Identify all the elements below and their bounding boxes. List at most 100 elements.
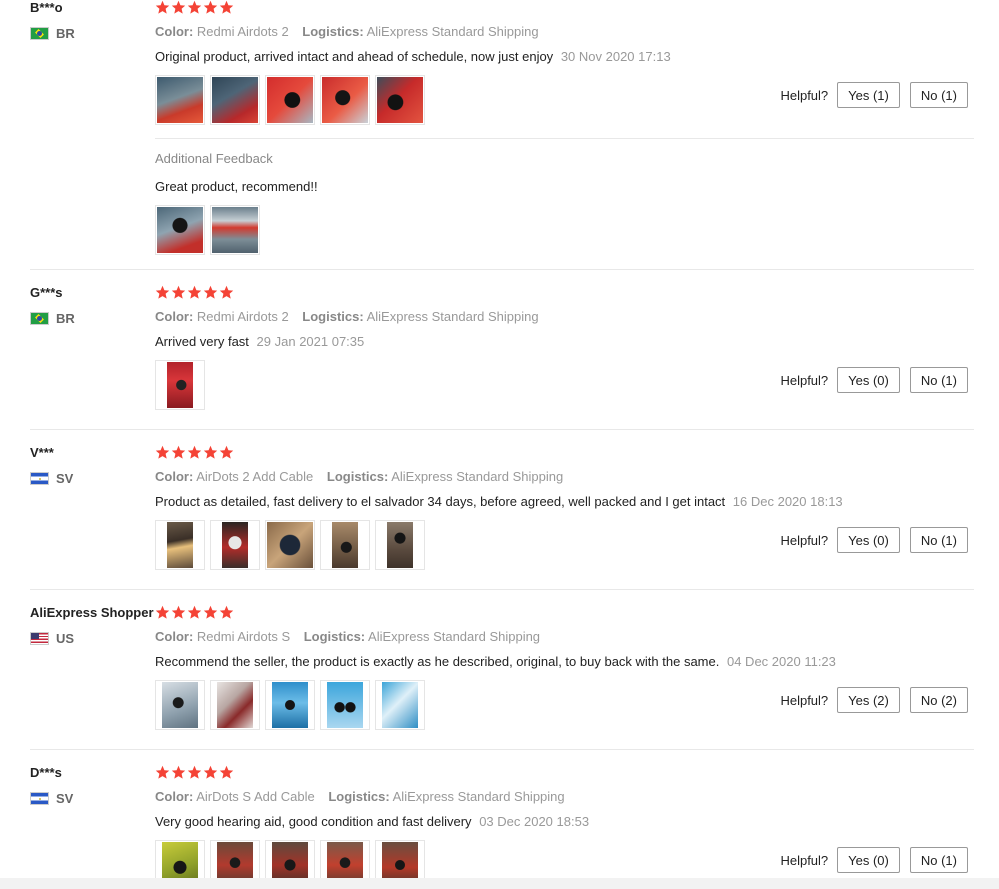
- review-photo[interactable]: [210, 520, 260, 570]
- review-photo[interactable]: [375, 75, 425, 125]
- helpful-yes-button[interactable]: Yes (0): [837, 367, 900, 393]
- star-icon: [155, 605, 170, 620]
- review-photo[interactable]: [320, 520, 370, 570]
- review-separator: [30, 269, 974, 270]
- helpful-no-button[interactable]: No (1): [909, 82, 968, 108]
- review-photo[interactable]: [155, 360, 205, 410]
- reviewer-name: B***o: [30, 0, 63, 15]
- star-icon: [155, 445, 170, 460]
- helpful-vote: Helpful? Yes (0) No (1): [780, 527, 968, 553]
- helpful-yes-button[interactable]: Yes (1): [837, 82, 900, 108]
- review-photos: [155, 680, 425, 730]
- review-photo[interactable]: [210, 680, 260, 730]
- country-code: US: [56, 630, 75, 646]
- review-photo[interactable]: [265, 840, 315, 878]
- star-icon: [171, 765, 186, 780]
- color-value: AirDots S Add Cable: [196, 789, 315, 804]
- star-icon: [171, 605, 186, 620]
- review-photo[interactable]: [210, 205, 260, 255]
- country-code: BR: [56, 310, 75, 326]
- helpful-label: Helpful?: [780, 692, 829, 708]
- helpful-vote: Helpful? Yes (2) No (2): [780, 687, 968, 713]
- el-salvador-flag-icon: [30, 791, 49, 805]
- logistics-key: Logistics:: [303, 629, 366, 644]
- helpful-yes-button[interactable]: Yes (2): [837, 687, 900, 713]
- review-photo[interactable]: [155, 520, 205, 570]
- star-icon: [187, 445, 202, 460]
- sku-info: Color: AirDots 2 Add Cable Logistics: Al…: [155, 469, 573, 484]
- review-photo[interactable]: [375, 840, 425, 878]
- color-value: Redmi Airdots S: [196, 629, 291, 644]
- star-rating: [155, 0, 234, 16]
- country-code: BR: [56, 25, 75, 41]
- logistics-key: Logistics:: [328, 789, 390, 804]
- reviewer-name: G***s: [30, 285, 63, 300]
- logistics-value: AliExpress Standard Shipping: [392, 789, 565, 804]
- star-icon: [203, 765, 218, 780]
- star-icon: [203, 285, 218, 300]
- review-photo[interactable]: [320, 75, 370, 125]
- star-icon: [203, 445, 218, 460]
- sku-info: Color: Redmi Airdots S Logistics: AliExp…: [155, 629, 550, 644]
- star-rating: [155, 285, 234, 301]
- star-icon: [187, 0, 202, 15]
- reviewer-country: BR: [30, 25, 75, 41]
- review-photo[interactable]: [155, 205, 205, 255]
- country-code: SV: [56, 470, 74, 486]
- reviewer-country: SV: [30, 470, 74, 486]
- star-icon: [187, 285, 202, 300]
- review-photo[interactable]: [155, 75, 205, 125]
- review-photo[interactable]: [320, 840, 370, 878]
- star-icon: [219, 0, 234, 15]
- helpful-vote: Helpful? Yes (0) No (1): [780, 847, 968, 873]
- helpful-no-button[interactable]: No (1): [909, 527, 968, 553]
- color-key: Color:: [155, 469, 194, 484]
- color-value: Redmi Airdots 2: [196, 24, 289, 39]
- review-text: Very good hearing aid, good condition an…: [155, 814, 472, 829]
- helpful-label: Helpful?: [780, 532, 829, 548]
- review-photo[interactable]: [210, 840, 260, 878]
- reviewer-name: AliExpress Shopper: [30, 605, 154, 620]
- star-icon: [155, 0, 170, 15]
- review-date: 04 Dec 2020 11:23: [726, 654, 836, 669]
- reviewer-name: V***: [30, 445, 54, 460]
- review-photo[interactable]: [155, 680, 205, 730]
- reviewer-name: D***s: [30, 765, 62, 780]
- logistics-value: AliExpress Standard Shipping: [366, 24, 539, 39]
- logistics-key: Logistics:: [302, 309, 364, 324]
- logistics-key: Logistics:: [302, 24, 364, 39]
- logistics-key: Logistics:: [326, 469, 389, 484]
- review-photo[interactable]: [265, 75, 315, 125]
- review-date: 03 Dec 2020 18:53: [479, 814, 590, 829]
- review-photo[interactable]: [375, 520, 425, 570]
- el-salvador-flag-icon: [30, 471, 49, 485]
- helpful-yes-button[interactable]: Yes (0): [837, 527, 900, 553]
- star-icon: [187, 765, 202, 780]
- color-value: AirDots 2 Add Cable: [196, 469, 314, 484]
- review-photos: [155, 840, 425, 878]
- star-rating: [155, 765, 234, 781]
- review-photo[interactable]: [210, 75, 260, 125]
- review-photo[interactable]: [375, 680, 425, 730]
- review-photo[interactable]: [320, 680, 370, 730]
- helpful-yes-button[interactable]: Yes (0): [837, 847, 900, 873]
- helpful-no-button[interactable]: No (2): [909, 687, 968, 713]
- reviewer-country: BR: [30, 310, 75, 326]
- star-rating: [155, 605, 234, 621]
- additional-feedback-title: Additional Feedback: [155, 151, 273, 166]
- review-separator: [30, 429, 974, 430]
- review-body: Recommend the seller, the product is exa…: [155, 654, 836, 669]
- logistics-value: AliExpress Standard Shipping: [368, 629, 541, 644]
- star-icon: [219, 605, 234, 620]
- review-photo[interactable]: [155, 840, 205, 878]
- divider: [155, 138, 974, 139]
- review-date: 29 Jan 2021 07:35: [256, 334, 365, 349]
- helpful-no-button[interactable]: No (1): [909, 847, 968, 873]
- review-photo[interactable]: [265, 680, 315, 730]
- review-text: Recommend the seller, the product is exa…: [155, 654, 720, 669]
- review-date: 30 Nov 2020 17:13: [560, 49, 671, 64]
- sku-info: Color: AirDots S Add Cable Logistics: Al…: [155, 789, 575, 804]
- color-key: Color:: [155, 24, 194, 39]
- review-photo[interactable]: [265, 520, 315, 570]
- helpful-no-button[interactable]: No (1): [909, 367, 968, 393]
